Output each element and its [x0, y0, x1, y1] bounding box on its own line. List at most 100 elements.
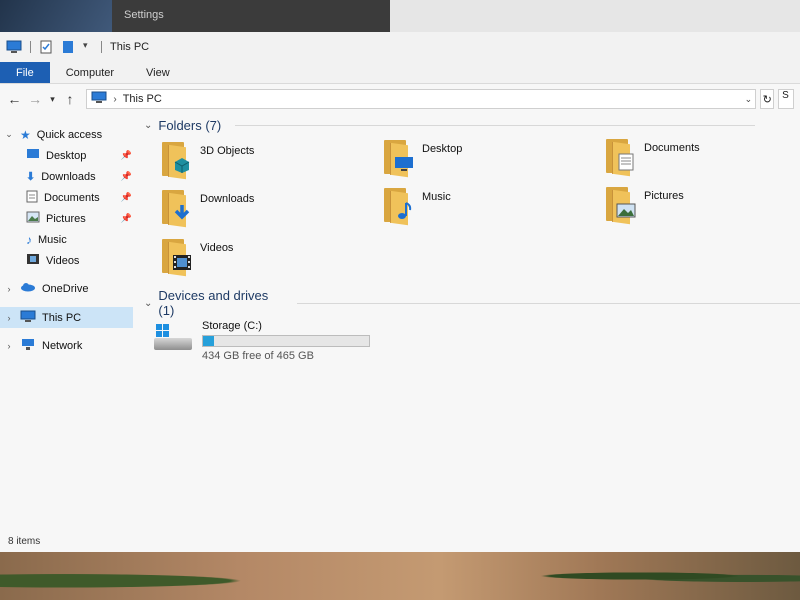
- file-explorer-window: ▾ This PC File Computer View ← → ▾ ↑ › T…: [0, 32, 800, 552]
- nav-item-label: Documents: [44, 191, 100, 204]
- downloads-folder-icon: [160, 190, 194, 228]
- folder-tile-desktop[interactable]: Desktop: [382, 140, 463, 178]
- background-window-right: [390, 0, 800, 32]
- new-folder-icon[interactable]: [61, 40, 77, 54]
- refresh-icon[interactable]: ↻: [760, 89, 775, 109]
- breadcrumb-chevron-icon[interactable]: ›: [113, 94, 116, 105]
- folder-tile-downloads[interactable]: Downloads: [160, 190, 255, 228]
- breadcrumb-this-pc[interactable]: This PC: [123, 93, 736, 105]
- content-pane: ⌄ Folders (7) 3D Objects Desktop Documen…: [140, 114, 800, 532]
- folders-group-title: Folders (7): [158, 118, 222, 133]
- network-icon: [20, 338, 36, 354]
- drive-tile-storage-c[interactable]: Storage (C:) 434 GB free of 465 GB: [154, 320, 370, 362]
- search-input[interactable]: S: [778, 89, 794, 109]
- background-window-title: Settings: [124, 9, 164, 21]
- group-divider: [235, 125, 756, 126]
- recent-locations-chevron-icon[interactable]: ▾: [48, 89, 58, 109]
- drive-usage-fill: [203, 336, 215, 346]
- download-arrow-icon: ⬇: [26, 171, 36, 183]
- folder-tile-pictures[interactable]: Pictures: [604, 187, 684, 225]
- window-title: This PC: [110, 41, 150, 53]
- pin-icon[interactable]: 📌: [121, 150, 132, 161]
- folder-tile-music[interactable]: Music: [382, 188, 451, 226]
- nav-item-pictures[interactable]: Pictures 📌: [26, 208, 132, 229]
- nav-item-label: Downloads: [41, 170, 96, 183]
- forward-arrow-icon[interactable]: →: [27, 89, 44, 109]
- nav-this-pc-label: This PC: [42, 311, 82, 324]
- pictures-folder-icon: [604, 187, 638, 225]
- folder-label: Pictures: [644, 190, 684, 202]
- nav-item-music[interactable]: ♪ Music: [26, 229, 132, 250]
- cloud-icon: [20, 282, 36, 295]
- tab-file[interactable]: File: [0, 62, 50, 83]
- drive-usage-bar: [202, 335, 370, 347]
- up-arrow-icon[interactable]: ↑: [62, 89, 79, 109]
- customize-quick-access-icon[interactable]: ▾: [83, 40, 93, 54]
- videos-folder-icon: [160, 239, 194, 277]
- nav-item-desktop[interactable]: Desktop 📌: [26, 145, 132, 166]
- tab-computer[interactable]: Computer: [50, 62, 130, 83]
- nav-network[interactable]: › Network: [4, 335, 134, 356]
- folder-tile-videos[interactable]: Videos: [160, 239, 234, 277]
- collapsed-chevron-icon[interactable]: ›: [4, 341, 14, 351]
- video-icon: [26, 253, 40, 268]
- title-separator-2: [101, 41, 102, 53]
- this-pc-icon: [91, 91, 107, 107]
- nav-item-label: Desktop: [46, 149, 87, 162]
- group-divider: [297, 302, 800, 304]
- title-separator: [30, 41, 31, 53]
- folder-label: 3D Objects: [200, 145, 255, 157]
- folder-label: Videos: [200, 242, 234, 254]
- expanded-chevron-icon[interactable]: ⌄: [144, 298, 152, 309]
- music-folder-icon: [382, 188, 416, 226]
- 3d-objects-folder-icon: [160, 142, 194, 180]
- nav-onedrive[interactable]: › OneDrive: [4, 278, 134, 299]
- this-pc-icon: [6, 40, 22, 54]
- expanded-chevron-icon[interactable]: ⌄: [144, 120, 152, 131]
- folder-tile-3d-objects[interactable]: 3D Objects: [160, 142, 255, 180]
- pin-icon[interactable]: 📌: [121, 171, 132, 182]
- music-note-icon: ♪: [26, 232, 32, 247]
- pin-icon[interactable]: 📌: [121, 192, 132, 203]
- back-arrow-icon[interactable]: ←: [6, 89, 23, 109]
- nav-item-label: Pictures: [46, 212, 86, 225]
- address-bar[interactable]: › This PC ⌄: [86, 89, 757, 109]
- collapsed-chevron-icon[interactable]: ›: [4, 313, 14, 323]
- desktop-wallpaper-top: [0, 0, 112, 32]
- nav-quick-access[interactable]: ⌄ ★ Quick access: [4, 124, 134, 145]
- main-body: ⌄ ★ Quick access Desktop 📌 ⬇ Downloads 📌…: [0, 114, 800, 532]
- nav-item-videos[interactable]: Videos: [26, 250, 132, 271]
- this-pc-icon: [20, 310, 36, 326]
- collapsed-chevron-icon[interactable]: ›: [4, 284, 14, 294]
- status-bar: 8 items: [0, 532, 800, 552]
- folder-label: Music: [422, 191, 451, 203]
- nav-onedrive-label: OneDrive: [42, 282, 89, 295]
- devices-group-title: Devices and drives (1): [158, 288, 269, 318]
- pin-icon[interactable]: 📌: [121, 213, 132, 224]
- folder-tile-documents[interactable]: Documents: [604, 139, 700, 177]
- ribbon-tabs: File Computer View: [0, 62, 800, 84]
- nav-quick-access-label: Quick access: [36, 128, 103, 141]
- star-icon: ★: [20, 127, 31, 142]
- drive-free-space: 434 GB free of 465 GB: [202, 350, 314, 362]
- expanded-chevron-icon[interactable]: ⌄: [4, 129, 14, 140]
- nav-item-label: Videos: [46, 254, 80, 267]
- nav-this-pc[interactable]: › This PC: [0, 307, 133, 328]
- devices-group-header[interactable]: ⌄ Devices and drives (1): [144, 288, 800, 318]
- tab-view[interactable]: View: [130, 62, 186, 83]
- nav-item-downloads[interactable]: ⬇ Downloads 📌: [26, 166, 132, 187]
- navigation-pane: ⌄ ★ Quick access Desktop 📌 ⬇ Downloads 📌…: [0, 114, 136, 532]
- folder-label: Documents: [644, 142, 700, 154]
- address-toolbar: ← → ▾ ↑ › This PC ⌄ ↻ S: [0, 84, 800, 114]
- folder-label: Desktop: [422, 143, 463, 155]
- background-window-titlebar[interactable]: Settings: [112, 0, 390, 32]
- picture-icon: [26, 211, 40, 226]
- address-dropdown-icon[interactable]: ⌄: [741, 94, 755, 105]
- nav-item-documents[interactable]: Documents 📌: [26, 187, 132, 208]
- folder-label: Downloads: [200, 193, 255, 205]
- desktop-folder-icon: [382, 140, 416, 178]
- title-bar[interactable]: ▾ This PC: [0, 32, 800, 62]
- folders-group-header[interactable]: ⌄ Folders (7): [144, 118, 756, 133]
- properties-icon[interactable]: [39, 40, 55, 54]
- nav-network-label: Network: [42, 339, 83, 352]
